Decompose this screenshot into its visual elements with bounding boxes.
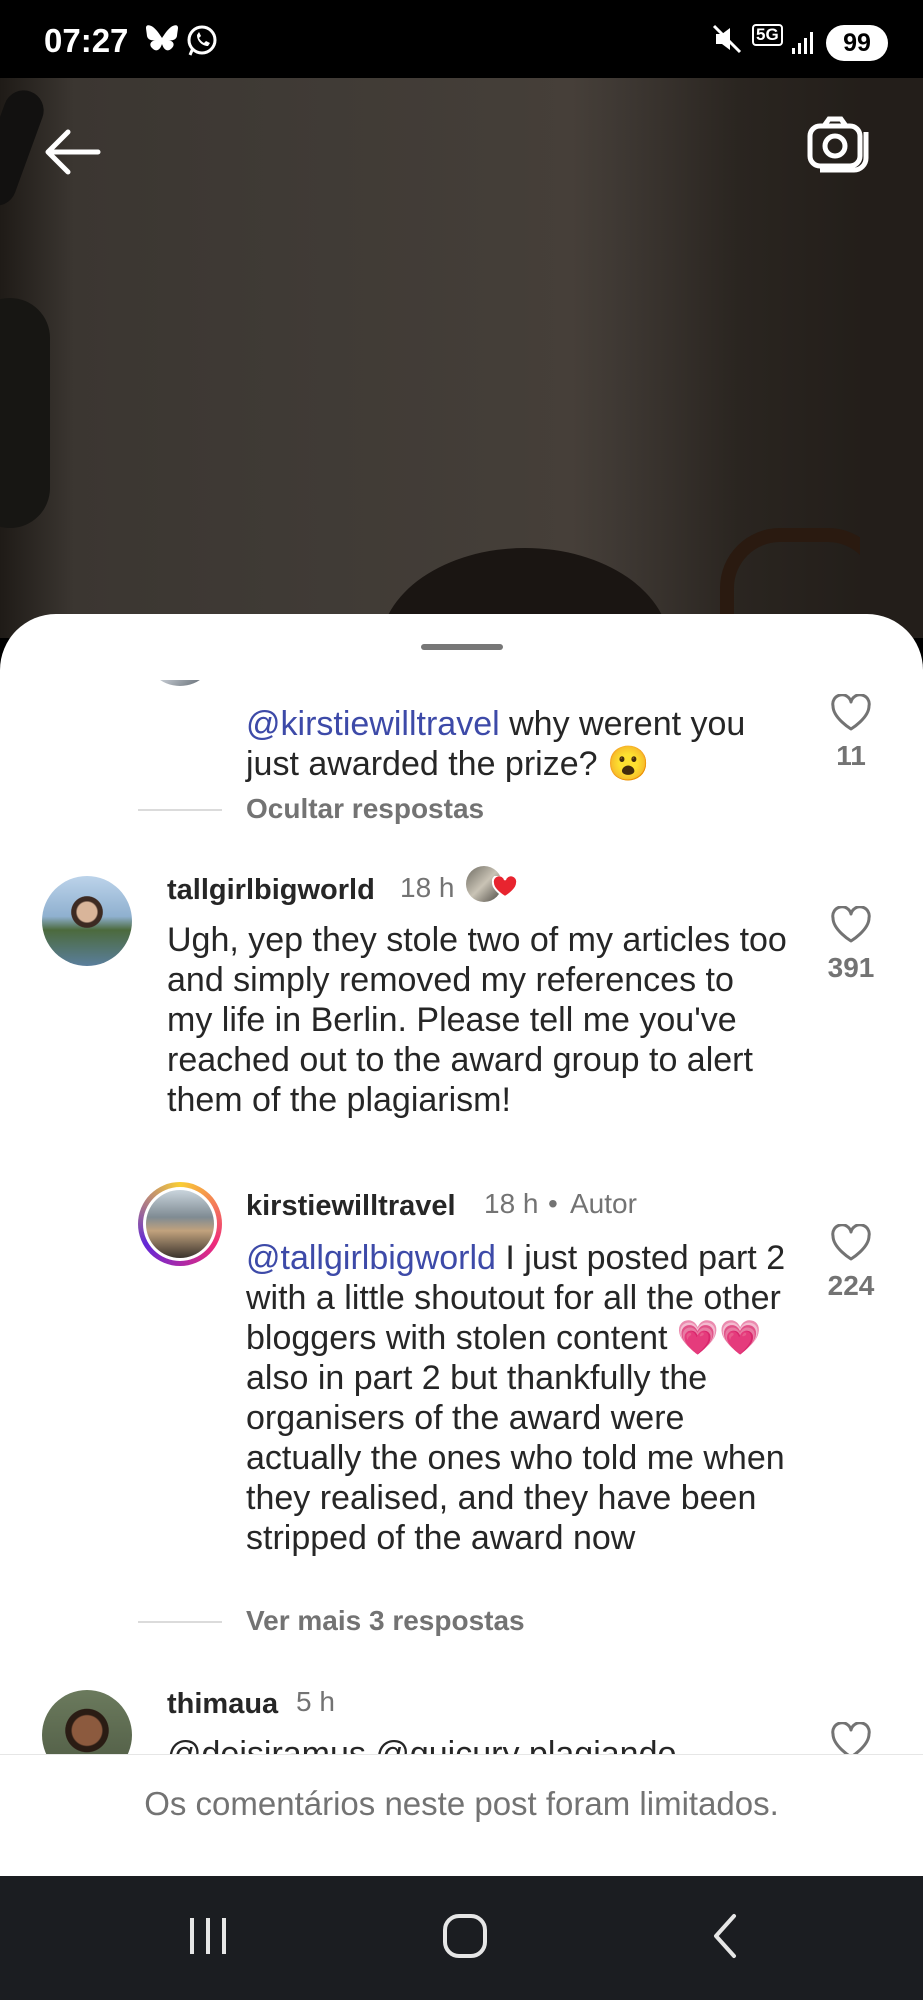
avatar bbox=[146, 1190, 214, 1258]
comments-sheet: notoriousrit @kirstiewilltravel why were… bbox=[0, 614, 923, 1876]
avatar-story-ring[interactable] bbox=[138, 1182, 222, 1266]
comments-limited-text: Os comentários neste post foram limitado… bbox=[144, 1785, 779, 1822]
mention-link[interactable]: @kirstiewilltravel bbox=[246, 705, 500, 743]
like-button[interactable]: 224 bbox=[821, 1224, 881, 1302]
comment-time: 18 h bbox=[484, 1188, 539, 1219]
signal-icon bbox=[790, 30, 816, 61]
like-button[interactable]: 11 bbox=[821, 694, 881, 772]
avatar[interactable] bbox=[42, 876, 132, 966]
system-nav-bar bbox=[0, 1876, 923, 2000]
camera-button[interactable] bbox=[806, 112, 876, 182]
like-count: 11 bbox=[836, 740, 866, 771]
status-bar: 07:27 5G 99 bbox=[0, 0, 923, 78]
mute-icon bbox=[712, 24, 742, 59]
battery-icon: 99 bbox=[826, 25, 888, 61]
like-button[interactable]: 391 bbox=[821, 906, 881, 984]
author-badge: Autor bbox=[570, 1188, 637, 1219]
comment-text: @tallgirlbigworld I just posted part 2 w… bbox=[246, 1239, 786, 1557]
arrow-left-icon bbox=[45, 129, 101, 175]
avatar[interactable] bbox=[144, 680, 216, 686]
back-button[interactable] bbox=[40, 120, 104, 184]
replies-divider bbox=[138, 1621, 222, 1623]
video-plant-shape bbox=[0, 298, 50, 528]
comment-username[interactable]: tallgirlbigworld bbox=[167, 874, 375, 907]
heart-filled-icon bbox=[491, 874, 519, 903]
mention-link[interactable]: @tallgirlbigworld bbox=[246, 1239, 496, 1277]
recent-apps-button[interactable] bbox=[186, 1906, 230, 1971]
comments-list[interactable]: notoriousrit @kirstiewilltravel why were… bbox=[0, 680, 923, 1770]
nav-back-button[interactable] bbox=[704, 1906, 748, 1971]
recent-apps-icon bbox=[190, 1918, 226, 1954]
sheet-drag-handle[interactable] bbox=[421, 644, 503, 650]
comment-time: 18 h bbox=[400, 872, 455, 903]
network-5g-icon: 5G bbox=[752, 24, 783, 46]
bluesky-icon bbox=[145, 24, 179, 59]
replies-divider bbox=[138, 809, 222, 811]
comment-username[interactable]: notoriousrit bbox=[246, 680, 409, 683]
comment-time: 5 h bbox=[296, 1686, 335, 1717]
comment-text: @kirstiewilltravel why werent you just a… bbox=[246, 705, 746, 783]
home-icon bbox=[443, 1914, 487, 1958]
like-count: 224 bbox=[827, 1270, 875, 1301]
view-more-replies-button[interactable]: Ver mais 3 respostas bbox=[246, 1605, 525, 1637]
heart-icon bbox=[831, 694, 871, 731]
comments-limited-notice: Os comentários neste post foram limitado… bbox=[0, 1754, 923, 1875]
meta-separator: • bbox=[548, 1188, 558, 1219]
status-time: 07:27 bbox=[44, 22, 129, 59]
hide-replies-button[interactable]: Ocultar respostas bbox=[246, 793, 484, 825]
home-button[interactable] bbox=[440, 1906, 492, 1971]
heart-icon bbox=[831, 906, 871, 943]
camera-icon bbox=[807, 116, 869, 173]
whatsapp-icon bbox=[185, 24, 219, 63]
video-background[interactable] bbox=[0, 78, 923, 638]
comment-text: Ugh, yep they stole two of my articles t… bbox=[167, 921, 787, 1119]
comment-username[interactable]: thimaua bbox=[167, 1688, 278, 1721]
heart-icon bbox=[831, 1224, 871, 1261]
like-count: 391 bbox=[827, 952, 875, 983]
comment-username[interactable]: kirstiewilltravel bbox=[246, 1190, 456, 1223]
back-icon bbox=[714, 1914, 736, 1958]
